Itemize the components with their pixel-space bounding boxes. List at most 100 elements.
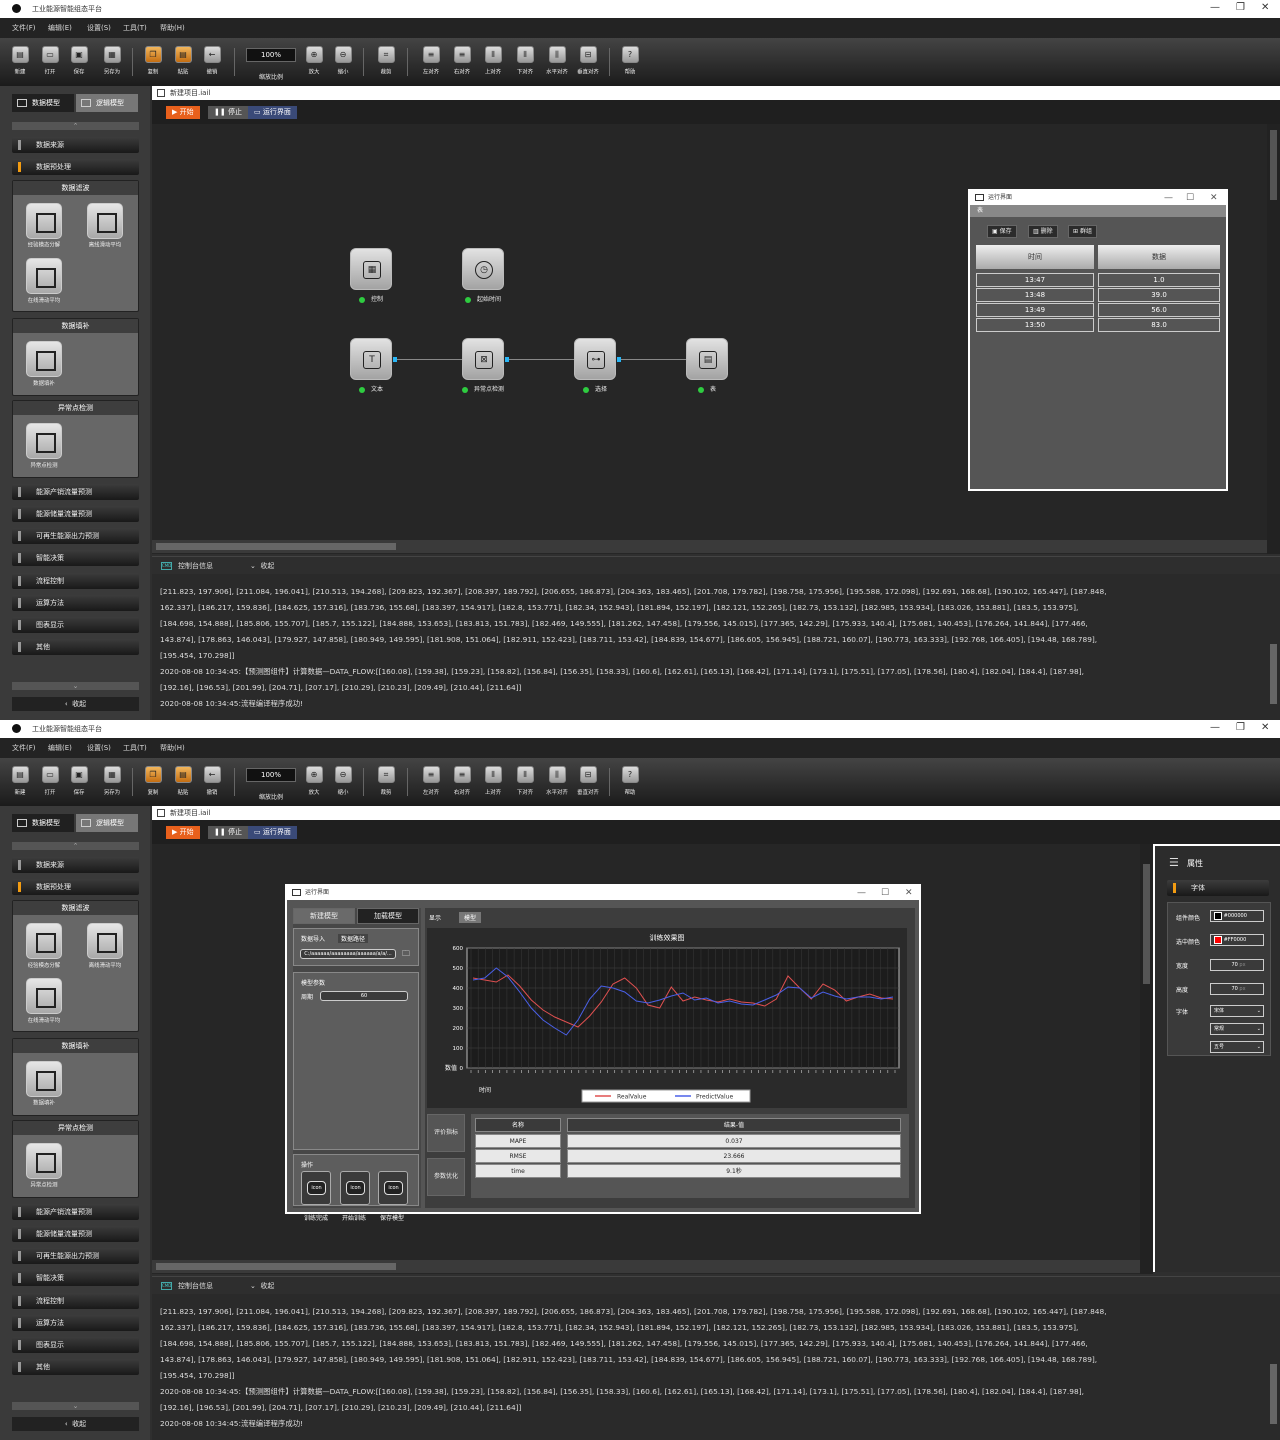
- menu-file[interactable]: 文件(F): [12, 23, 36, 33]
- sidebar-item-operations[interactable]: 运算方法: [12, 1315, 139, 1331]
- menu-settings[interactable]: 设置(S): [87, 23, 111, 33]
- font-size-select[interactable]: 五号 ⌄: [1210, 1041, 1264, 1053]
- minimize-icon[interactable]: —: [1164, 191, 1173, 205]
- section-font[interactable]: 字体: [1167, 880, 1269, 896]
- save-as-button[interactable]: ▦ 另存为: [99, 766, 125, 796]
- font-family-select[interactable]: 宋体 ⌄: [1210, 1005, 1264, 1017]
- tab-logic-model[interactable]: 逻辑模型: [76, 94, 138, 112]
- sidebar-item-storage-forecast[interactable]: 能源储量流量预测: [12, 1226, 139, 1242]
- sidebar-item-preprocess[interactable]: 数据预处理: [12, 879, 139, 895]
- minimize-icon[interactable]: —: [1210, 2, 1220, 13]
- sidebar-item-operations[interactable]: 运算方法: [12, 595, 139, 611]
- align-left-button[interactable]: ≡ 左对齐: [418, 46, 444, 76]
- open-button[interactable]: ▭ 打开: [37, 46, 63, 76]
- align-top-button[interactable]: ⫴ 上对齐: [480, 766, 506, 796]
- stop-button[interactable]: ❚❚ 停止: [208, 826, 248, 839]
- crop-button[interactable]: ⌗ 裁剪: [373, 766, 399, 796]
- tab-data-model[interactable]: 数据模型: [12, 814, 74, 832]
- sidebar-scroll-down[interactable]: ⌄: [12, 682, 139, 690]
- new-button[interactable]: ▤ 新建: [7, 766, 33, 796]
- component-emd[interactable]: 经验模态分解: [25, 923, 63, 969]
- start-train-button[interactable]: icon: [340, 1171, 370, 1205]
- file-tab[interactable]: 新建项目.iail: [152, 806, 1280, 820]
- param-opt-button[interactable]: 参数优化: [427, 1158, 465, 1196]
- tab-logic-model[interactable]: 逻辑模型: [76, 814, 138, 832]
- zoom-input[interactable]: 100%: [246, 768, 296, 782]
- close-icon[interactable]: ✕: [1261, 722, 1269, 733]
- node-outlier[interactable]: ⊠ 异常点检测: [462, 338, 504, 393]
- minimize-icon[interactable]: —: [857, 886, 866, 900]
- help-button[interactable]: ? 帮助: [617, 766, 643, 796]
- component-outlier[interactable]: 异常点检测: [25, 423, 63, 469]
- align-left-button[interactable]: ≡ 左对齐: [418, 766, 444, 796]
- menu-help[interactable]: 帮助(H): [160, 23, 185, 33]
- run-ui-button[interactable]: ▭ 运行界面: [248, 106, 297, 119]
- table-group-button[interactable]: ⊞ 群组: [1068, 225, 1097, 238]
- view-model-tab[interactable]: 模型: [459, 912, 482, 923]
- menu-tools[interactable]: 工具(T): [123, 743, 147, 753]
- zoom-in-button[interactable]: ⊕ 放大: [301, 46, 327, 76]
- minimize-icon[interactable]: —: [1210, 722, 1220, 733]
- menu-help[interactable]: 帮助(H): [160, 743, 185, 753]
- run-ui-button[interactable]: ▭ 运行界面: [248, 826, 297, 839]
- maximize-icon[interactable]: ☐: [881, 886, 889, 900]
- align-bottom-button[interactable]: ⫴ 下对齐: [512, 46, 538, 76]
- sidebar-item-decision[interactable]: 智能决策: [12, 1270, 139, 1286]
- table-cell[interactable]: 13:47: [976, 273, 1094, 287]
- component-fill[interactable]: 数据填补: [25, 341, 63, 387]
- data-path-input[interactable]: C:/aaaaaa/aaaaaaaa/aaaaaa/a/a/...: [300, 949, 396, 959]
- sel-color-picker[interactable]: #FF0000: [1210, 934, 1264, 946]
- sidebar-item-source[interactable]: 数据来源: [12, 137, 139, 153]
- height-input[interactable]: 70 px: [1210, 983, 1264, 995]
- sidebar-scroll-down[interactable]: ⌄: [12, 1402, 139, 1410]
- sidebar-item-supply-forecast[interactable]: 能源产销流量预测: [12, 1204, 139, 1220]
- node-select[interactable]: ⊶ 选择: [574, 338, 616, 393]
- width-input[interactable]: 70 px: [1210, 959, 1264, 971]
- table-cell[interactable]: 1.0: [1098, 273, 1220, 287]
- close-icon[interactable]: ✕: [905, 886, 913, 900]
- component-online-ma[interactable]: 在线滑动平均: [25, 978, 63, 1024]
- tab-new-model[interactable]: 新建模型: [293, 908, 355, 924]
- sidebar-scroll-up[interactable]: ⌃: [12, 122, 139, 130]
- align-right-button[interactable]: ≡ 右对齐: [449, 766, 475, 796]
- console-scrollbar[interactable]: [1267, 574, 1280, 720]
- restore-icon[interactable]: ❐: [1236, 2, 1245, 13]
- table-delete-button[interactable]: ▥ 删除: [1028, 225, 1058, 238]
- node-control[interactable]: ▦ 控制: [350, 248, 392, 303]
- menu-tools[interactable]: 工具(T): [123, 23, 147, 33]
- sidebar-item-supply-forecast[interactable]: 能源产销流量预测: [12, 484, 139, 500]
- sidebar-item-other[interactable]: 其他: [12, 1359, 139, 1375]
- table-cell[interactable]: 13:49: [976, 303, 1094, 317]
- menu-edit[interactable]: 编辑(E): [48, 23, 72, 33]
- new-button[interactable]: ▤ 新建: [7, 46, 33, 76]
- sidebar-item-flow-control[interactable]: 流程控制: [12, 573, 139, 589]
- align-right-button[interactable]: ≡ 右对齐: [449, 46, 475, 76]
- table-cell[interactable]: 39.0: [1098, 288, 1220, 302]
- comp-color-picker[interactable]: #000000: [1210, 910, 1264, 922]
- paste-button[interactable]: ▤ 粘贴: [170, 46, 196, 76]
- sidebar-item-renewable-forecast[interactable]: 可再生能源出力预测: [12, 1248, 139, 1264]
- start-button[interactable]: ▶ 开始: [166, 106, 200, 119]
- align-hcenter-button[interactable]: ⫼ 水平对齐: [544, 46, 570, 76]
- table-cell[interactable]: 13:48: [976, 288, 1094, 302]
- node-start-time[interactable]: ◷ 起始时间: [462, 248, 504, 303]
- train-done-button[interactable]: icon: [301, 1171, 331, 1205]
- menu-file[interactable]: 文件(F): [12, 743, 36, 753]
- zoom-in-button[interactable]: ⊕ 放大: [301, 766, 327, 796]
- canvas-vscroll[interactable]: [1267, 124, 1280, 554]
- paste-button[interactable]: ▤ 粘贴: [170, 766, 196, 796]
- sidebar-item-storage-forecast[interactable]: 能源储量流量预测: [12, 506, 139, 522]
- table-save-button[interactable]: ▣ 保存: [987, 225, 1017, 238]
- component-offline-ma[interactable]: 离线滑动平均: [86, 923, 124, 969]
- menu-edit[interactable]: 编辑(E): [48, 743, 72, 753]
- align-vcenter-button[interactable]: ⊟ 垂直对齐: [575, 46, 601, 76]
- eval-button[interactable]: 评价指标: [427, 1114, 465, 1152]
- sidebar-scroll-up[interactable]: ⌃: [12, 842, 139, 850]
- align-top-button[interactable]: ⫴ 上对齐: [480, 46, 506, 76]
- flow-canvas[interactable]: 运行界面 — ☐ ✕ 新建模型 加载模型 数据导入 数据路径 C:/aaaaaa/a…: [152, 844, 1140, 1274]
- component-online-ma[interactable]: 在线滑动平均: [25, 258, 63, 304]
- flow-canvas[interactable]: ▦ 控制 ◷ 起始时间 T 文本 ⊠ 异常点检测 ⊶ 选择 ▤ 表 运行界面 — ☐ ✕ 表 ▣…: [152, 124, 1267, 554]
- stop-button[interactable]: ❚❚ 停止: [208, 106, 248, 119]
- sidebar-item-charts[interactable]: 图表显示: [12, 1337, 139, 1353]
- col-header-time[interactable]: 时间: [976, 245, 1094, 269]
